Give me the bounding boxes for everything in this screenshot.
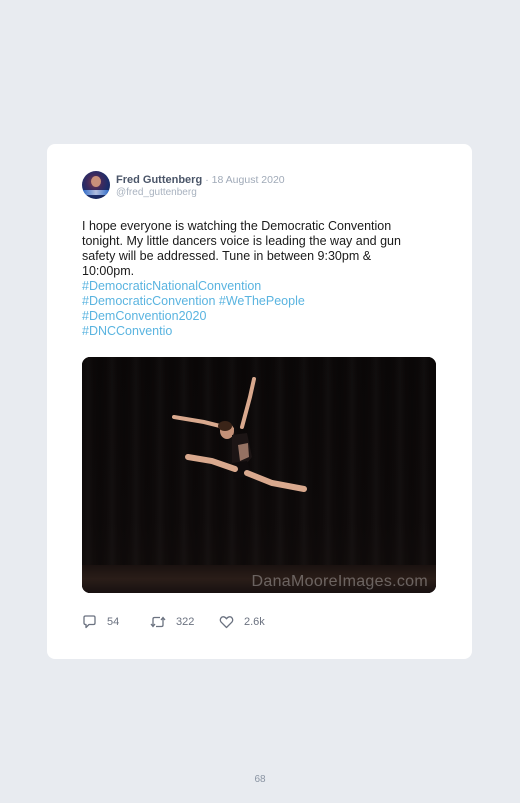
tweet-date[interactable]: · 18 August 2020 <box>205 174 284 186</box>
tweet-card: Fred Guttenberg · 18 August 2020 @fred_g… <box>47 144 472 659</box>
tweet-image[interactable]: DanaMooreImages.com <box>82 357 436 593</box>
like-button[interactable]: 2.6k <box>219 614 265 630</box>
like-icon <box>219 616 234 629</box>
dancer-figure <box>172 377 307 492</box>
page-number: 68 <box>254 774 266 785</box>
hashtag[interactable]: #DemocraticNationalConvention <box>82 279 412 294</box>
reply-button[interactable]: 54 <box>82 614 119 630</box>
reply-icon <box>83 615 96 629</box>
author-handle[interactable]: @fred_guttenberg <box>116 187 197 198</box>
tweet-actions: 54 322 2.6k <box>82 614 382 630</box>
retweet-icon <box>150 616 166 628</box>
tweet-header: Fred Guttenberg · 18 August 2020 @fred_g… <box>82 171 442 201</box>
hashtag-list: #DemocraticNationalConvention #Democrati… <box>82 279 412 339</box>
hashtag[interactable]: #DNCConventio <box>82 324 412 339</box>
image-watermark: DanaMooreImages.com <box>251 573 428 590</box>
tweet-text: I hope everyone is watching the Democrat… <box>82 219 401 278</box>
author-line: Fred Guttenberg · 18 August 2020 <box>116 174 285 187</box>
retweet-button[interactable]: 322 <box>150 614 194 630</box>
hashtag[interactable]: #DemConvention2020 <box>82 309 412 324</box>
reply-count: 54 <box>107 616 120 628</box>
hashtag[interactable]: #DemocraticConvention #WeThePeople <box>82 294 412 309</box>
avatar[interactable] <box>82 171 110 199</box>
like-count: 2.6k <box>244 616 265 628</box>
retweet-count: 322 <box>176 616 195 628</box>
author-name[interactable]: Fred Guttenberg <box>116 174 202 186</box>
